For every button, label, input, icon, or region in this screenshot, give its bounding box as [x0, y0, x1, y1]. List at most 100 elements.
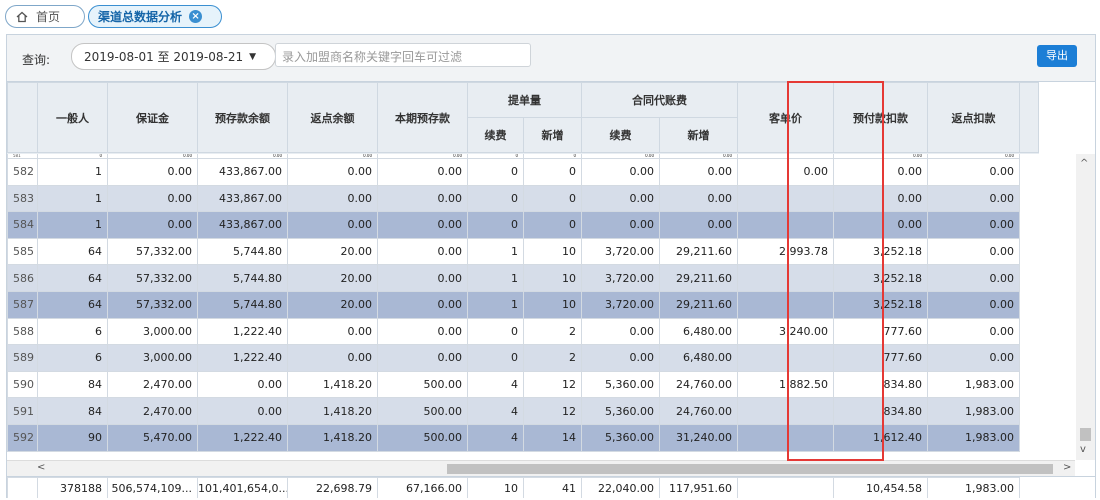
- cell-order-renew[interactable]: 1: [467, 264, 524, 292]
- col-header-order-new[interactable]: 新增: [523, 117, 582, 153]
- cell-rebate-deduction[interactable]: 0.00: [927, 211, 1020, 239]
- cell-rebate-balance[interactable]: 0.00: [287, 158, 378, 186]
- table-row[interactable]: 586 64 57,332.00 5,744.80 20.00 0.00 1 10 3,720.…: [7, 264, 1020, 292]
- cell-order-renew[interactable]: 0: [467, 344, 524, 372]
- cell-general[interactable]: 84: [37, 397, 108, 425]
- col-header-fee-new[interactable]: 新增: [659, 117, 738, 153]
- cell-order-renew[interactable]: 1: [467, 237, 524, 266]
- cell-order-new[interactable]: 0: [523, 158, 582, 186]
- cell-deposit[interactable]: 57,332.00: [107, 264, 198, 292]
- cell-period-prepaid[interactable]: 0.00: [377, 344, 468, 372]
- cell-period-prepaid[interactable]: 0.00: [377, 290, 468, 319]
- cell-deposit[interactable]: 57,332.00: [107, 237, 198, 266]
- scroll-up-icon[interactable]: ^: [1080, 158, 1088, 169]
- cell-unit-price[interactable]: [737, 211, 834, 239]
- date-range-select[interactable]: 2019-08-01 至 2019-08-21 ▼: [71, 43, 276, 70]
- cell-rebate-balance[interactable]: 20.00: [287, 264, 378, 292]
- cell-prepaid-balance[interactable]: 433,867.00: [197, 158, 288, 186]
- cell-prepaid-deduction[interactable]: 3,252.18: [833, 290, 928, 319]
- cell-prepaid-deduction[interactable]: 3,252.18: [833, 237, 928, 266]
- cell-prepaid-balance[interactable]: 0.00: [197, 370, 288, 399]
- cell-prepaid-balance[interactable]: 5,744.80: [197, 290, 288, 319]
- cell-period-prepaid[interactable]: 0.00: [377, 184, 468, 213]
- cell-order-new[interactable]: 12: [523, 397, 582, 425]
- cell-deposit[interactable]: 3,000.00: [107, 344, 198, 372]
- cell-fee-renew[interactable]: 3,720.00: [581, 264, 660, 292]
- cell-order-renew[interactable]: 0: [467, 158, 524, 186]
- cell-fee-renew[interactable]: 5,360.00: [581, 397, 660, 425]
- cell-rebate-deduction[interactable]: 0.00: [927, 344, 1020, 372]
- cell-period-prepaid[interactable]: 500.00: [377, 370, 468, 399]
- horizontal-scrollbar[interactable]: < >: [7, 460, 1075, 476]
- col-header-unit-price[interactable]: 客单价: [737, 82, 834, 153]
- cell-fee-new[interactable]: 31,240.00: [659, 423, 738, 452]
- cell-order-new[interactable]: 10: [523, 237, 582, 266]
- cell-period-prepaid[interactable]: 0.00: [377, 264, 468, 292]
- vertical-scroll-thumb[interactable]: [1080, 428, 1091, 441]
- cell-rebate-deduction[interactable]: 0.00: [927, 264, 1020, 292]
- cell-general[interactable]: 6: [37, 344, 108, 372]
- scroll-left-icon[interactable]: <: [37, 462, 45, 473]
- cell-rebate-deduction[interactable]: 1,983.00: [927, 397, 1020, 425]
- cell-fee-new[interactable]: 6,480.00: [659, 317, 738, 346]
- cell-rebate-balance[interactable]: 0.00: [287, 317, 378, 346]
- table-row[interactable]: 584 1 0.00 433,867.00 0.00 0.00 0 0 0.00 0.00 0.00…: [7, 211, 1020, 239]
- cell-unit-price[interactable]: 0.00: [737, 158, 834, 186]
- cell-unit-price[interactable]: 2,993.78: [737, 237, 834, 266]
- cell-rebate-balance[interactable]: 0.00: [287, 211, 378, 239]
- cell-unit-price[interactable]: 3,240.00: [737, 317, 834, 346]
- cell-deposit[interactable]: 5,470.00: [107, 423, 198, 452]
- cell-order-new[interactable]: 10: [523, 264, 582, 292]
- cell-prepaid-deduction[interactable]: 834.80: [833, 397, 928, 425]
- cell-fee-new[interactable]: 6,480.00: [659, 344, 738, 372]
- tab-home[interactable]: 首页: [5, 5, 85, 28]
- col-header-prepaid-deduction[interactable]: 预付款扣款: [833, 82, 928, 153]
- tab-channel-analysis[interactable]: 渠道总数据分析 ×: [88, 5, 222, 28]
- cell-unit-price[interactable]: [737, 397, 834, 425]
- cell-prepaid-balance[interactable]: 5,744.80: [197, 237, 288, 266]
- cell-general[interactable]: 1: [37, 158, 108, 186]
- col-header-period-prepaid[interactable]: 本期预存款: [377, 82, 468, 153]
- cell-period-prepaid[interactable]: 0.00: [377, 317, 468, 346]
- cell-unit-price[interactable]: [737, 423, 834, 452]
- cell-fee-new[interactable]: 29,211.60: [659, 237, 738, 266]
- cell-rebate-deduction[interactable]: 0.00: [927, 158, 1020, 186]
- cell-prepaid-balance[interactable]: 433,867.00: [197, 184, 288, 213]
- cell-order-renew[interactable]: 0: [467, 184, 524, 213]
- cell-unit-price[interactable]: [737, 264, 834, 292]
- cell-rebate-deduction[interactable]: 1,983.00: [927, 423, 1020, 452]
- scroll-right-icon[interactable]: >: [1063, 462, 1071, 473]
- cell-rebate-balance[interactable]: 1,418.20: [287, 397, 378, 425]
- cell-general[interactable]: 64: [37, 264, 108, 292]
- cell-prepaid-deduction[interactable]: 0.00: [833, 184, 928, 213]
- cell-prepaid-balance[interactable]: 1,222.40: [197, 423, 288, 452]
- cell-fee-renew[interactable]: 5,360.00: [581, 370, 660, 399]
- close-icon[interactable]: ×: [189, 10, 203, 23]
- cell-fee-renew[interactable]: 5,360.00: [581, 423, 660, 452]
- scroll-down-icon[interactable]: v: [1080, 444, 1086, 455]
- table-row[interactable]: 591 84 2,470.00 0.00 1,418.20 500.00 4 12 5,360.…: [7, 397, 1020, 425]
- cell-fee-new[interactable]: 29,211.60: [659, 264, 738, 292]
- cell-deposit[interactable]: 57,332.00: [107, 290, 198, 319]
- cell-fee-renew[interactable]: 3,720.00: [581, 237, 660, 266]
- cell-prepaid-deduction[interactable]: 777.60: [833, 344, 928, 372]
- cell-fee-renew[interactable]: 0.00: [581, 158, 660, 186]
- cell-fee-renew[interactable]: 0.00: [581, 184, 660, 213]
- cell-prepaid-balance[interactable]: 1,222.40: [197, 344, 288, 372]
- cell-rebate-deduction[interactable]: 1,983.00: [927, 370, 1020, 399]
- table-row[interactable]: 585 64 57,332.00 5,744.80 20.00 0.00 1 10 3,720.…: [7, 237, 1020, 266]
- cell-prepaid-deduction[interactable]: 0.00: [833, 211, 928, 239]
- cell-prepaid-balance[interactable]: 1,222.40: [197, 317, 288, 346]
- table-row[interactable]: 582 1 0.00 433,867.00 0.00 0.00 0 0 0.00 0.00 0.00…: [7, 158, 1020, 186]
- cell-period-prepaid[interactable]: 0.00: [377, 237, 468, 266]
- cell-order-new[interactable]: 2: [523, 344, 582, 372]
- vertical-scrollbar[interactable]: ^ v: [1076, 154, 1095, 460]
- col-header-rebate-balance[interactable]: 返点余额: [287, 82, 378, 153]
- franchisee-filter-input[interactable]: 录入加盟商名称关键字回车可过滤: [275, 43, 531, 67]
- cell-unit-price[interactable]: 1,882.50: [737, 370, 834, 399]
- cell-fee-renew[interactable]: 3,720.00: [581, 290, 660, 319]
- cell-fee-renew[interactable]: 0.00: [581, 344, 660, 372]
- cell-order-renew[interactable]: 0: [467, 317, 524, 346]
- col-header-general[interactable]: 一般人: [37, 82, 108, 153]
- cell-deposit[interactable]: 0.00: [107, 158, 198, 186]
